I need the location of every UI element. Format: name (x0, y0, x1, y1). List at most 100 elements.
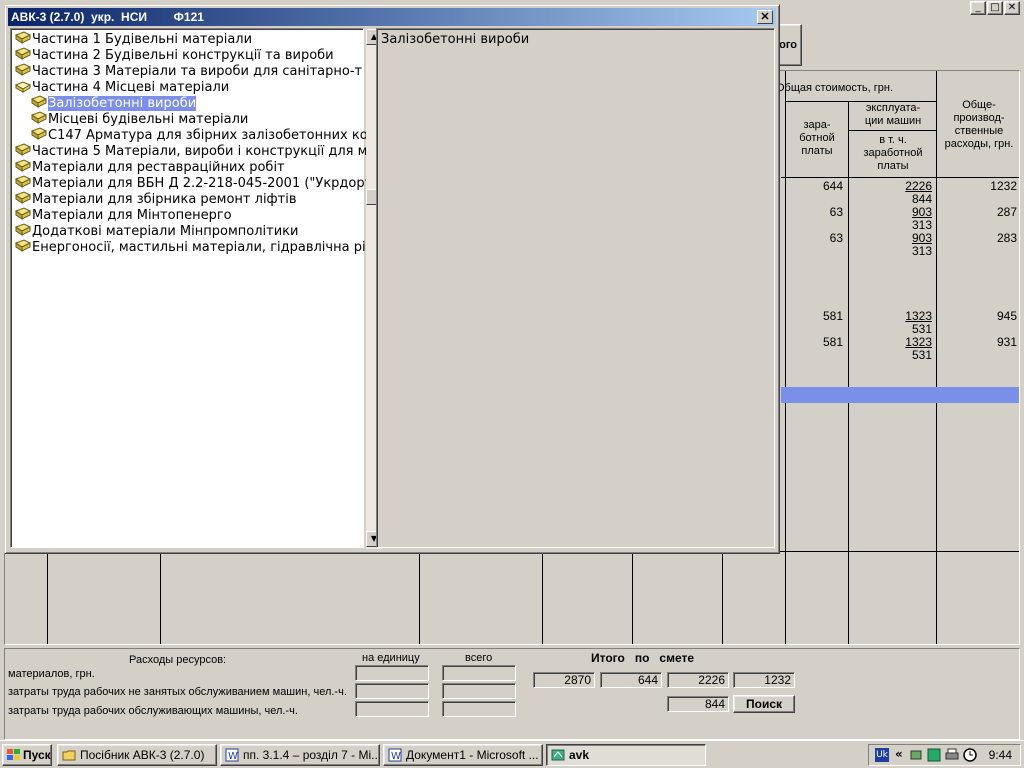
row3-machines-wages: 313 (911, 244, 932, 258)
labor-not-machines-total-field[interactable] (442, 683, 516, 699)
language-indicator[interactable]: Uk (875, 748, 889, 762)
book-icon (15, 31, 31, 44)
tree-item-label: Частина 1 Будівельні матеріали (32, 32, 253, 47)
app-close-button[interactable]: ✕ (1004, 1, 1020, 15)
total-overhead-field[interactable]: 1232 (733, 672, 795, 688)
tree-item-label: Матеріали для ВБН Д 2.2-218-045-2001 ("У… (32, 176, 381, 191)
start-button[interactable]: Пуск (2, 744, 52, 766)
word-icon: W (225, 748, 239, 762)
labor-machines-per-unit-field[interactable] (355, 701, 429, 717)
row3-overhead: 283 (996, 231, 1017, 245)
tree-item[interactable]: Частина 4 Місцеві матеріали (15, 79, 229, 95)
total-materials-field[interactable]: 2870 (533, 672, 595, 688)
row3-machines: 903 (911, 231, 932, 245)
dialog-titlebar[interactable]: АВК-3 (2.7.0) укр. НСИ Ф121 ✕ (8, 8, 776, 26)
tree-item[interactable]: Додаткові матеріали Мінпромполітики (15, 223, 298, 239)
total-machine-wages-field[interactable]: 844 (667, 696, 729, 712)
tree-item-label: Матеріали для реставраційних робіт (32, 160, 285, 175)
printer-icon[interactable] (945, 748, 959, 762)
resources-title: Расходы ресурсов: (129, 654, 227, 666)
book-icon (15, 143, 31, 156)
tree-item-label: Частина 4 Місцеві матеріали (32, 80, 230, 95)
tree-item[interactable]: Частина 3 Матеріали та вироби для саніта… (15, 63, 362, 79)
task-avk[interactable]: avk (546, 744, 706, 766)
task-word-doc-1[interactable]: W пп. 3.1.4 – розділ 7 - Mi... (220, 744, 380, 766)
task-word-doc-2[interactable]: W Документ1 - Microsoft ... (383, 744, 543, 766)
header-total-cost: Общая стоимость, грн. (776, 82, 894, 94)
labor-not-machines-per-unit-field[interactable] (355, 683, 429, 699)
per-unit-label: на единицу (362, 652, 420, 664)
header-wages: зара-ботной платы (799, 119, 835, 157)
tree-item[interactable]: Матеріали для реставраційних робіт (15, 159, 285, 175)
table-row-selected[interactable] (781, 387, 1019, 403)
tree-item[interactable]: Матеріали для Мінтопенерго (15, 207, 232, 223)
svg-text:W: W (391, 751, 401, 762)
word-icon: W (388, 748, 402, 762)
tree-item[interactable]: Місцеві будівельні матеріали (31, 111, 248, 127)
tree-item[interactable]: Частина 2 Будівельні конструкції та виро… (15, 47, 334, 63)
tree-item[interactable]: Енергоносії, мастильні матеріали, гідрав… (15, 239, 375, 255)
total-machines-field[interactable]: 2226 (667, 672, 729, 688)
svg-text:W: W (228, 751, 238, 762)
resource-dialog: АВК-3 (2.7.0) укр. НСИ Ф121 ✕ Частина 1 … (4, 4, 780, 554)
catalog-tree[interactable]: Частина 1 Будівельні матеріали Частина 2 … (10, 28, 382, 549)
antivirus-icon[interactable] (927, 748, 941, 762)
windows-logo-icon (7, 749, 20, 760)
tree-item-label: Енергоносії, мастильні матеріали, гідрав… (32, 240, 375, 255)
dialog-close-button[interactable]: ✕ (757, 10, 773, 24)
dialog-title: АВК-3 (2.7.0) укр. НСИ Ф121 (11, 10, 204, 24)
tree-item[interactable]: Залізобетонні вироби (31, 95, 197, 111)
row1-wages: 644 (822, 179, 843, 193)
row1-overhead: 1232 (990, 179, 1017, 193)
app-icon (551, 749, 565, 761)
header-overhead: Обще-производ-ственные расходы, грн. (944, 99, 1014, 150)
book-icon (15, 223, 31, 236)
taskbar-clock[interactable]: 9:44 (989, 748, 1012, 762)
total-label: всего (465, 652, 493, 664)
tree-item-label: Додаткові матеріали Мінпромполітики (32, 224, 299, 239)
book-icon (15, 191, 31, 204)
folder-icon (62, 750, 76, 761)
row2-machines: 903 (911, 205, 932, 219)
materials-per-unit-field[interactable] (355, 665, 429, 681)
row4-wages: 581 (822, 309, 843, 323)
tree-item-label: Частина 2 Будівельні конструкції та виро… (32, 48, 334, 63)
tree-item[interactable]: С147 Арматура для збірних залізобетонних… (31, 127, 368, 143)
book-icon (31, 95, 47, 108)
network-icon[interactable] (909, 748, 923, 762)
row5-machines-wages: 531 (911, 348, 932, 362)
tree-item[interactable]: Частина 5 Матеріали, вироби і конструкці… (15, 143, 375, 159)
row4-overhead: 945 (996, 309, 1017, 323)
row5-overhead: 931 (996, 335, 1017, 349)
app-maximize-button[interactable]: □ (987, 1, 1003, 15)
task-posibnyk[interactable]: Посібник АВК-3 (2.7.0) (57, 744, 217, 766)
row2-wages: 63 (829, 205, 843, 219)
tree-item-label: Місцеві будівельні матеріали (48, 112, 249, 127)
row4-machines-wages: 531 (911, 322, 932, 336)
book-icon (15, 239, 31, 252)
detail-title: Залізобетонні вироби (381, 32, 530, 47)
materials-total-field[interactable] (442, 665, 516, 681)
header-incl-wages: в т. ч. заработной платы (863, 134, 923, 172)
clock-icon[interactable] (963, 748, 977, 762)
book-icon (15, 207, 31, 220)
app-minimize-button[interactable]: _ (970, 1, 986, 15)
itogo-label: Итого по смете (591, 651, 695, 665)
book-icon (15, 63, 31, 76)
tree-item[interactable]: Матеріали для збірника ремонт ліфтів (15, 191, 297, 207)
tree-item-label: Частина 3 Матеріали та вироби для саніта… (32, 64, 363, 79)
header-machine-operation: эксплуата-ции машин (864, 102, 922, 127)
tree-item[interactable]: Частина 1 Будівельні матеріали (15, 31, 252, 47)
book-icon (31, 127, 47, 140)
tree-item-label: Залізобетонні вироби (48, 96, 197, 111)
tray-expand-chevron[interactable]: « (895, 747, 903, 761)
total-wages-field[interactable]: 644 (600, 672, 662, 688)
detail-panel: Залізобетонні вироби (376, 28, 775, 548)
row3-wages: 63 (829, 231, 843, 245)
tree-item[interactable]: Матеріали для ВБН Д 2.2-218-045-2001 ("У… (15, 175, 380, 191)
book-icon (15, 47, 31, 60)
taskbar: Пуск Посібник АВК-3 (2.7.0) W пп. 3.1.4 … (0, 740, 1024, 768)
search-button[interactable]: Поиск (733, 695, 795, 713)
tree-item-label: Матеріали для Мінтопенерго (32, 208, 232, 223)
labor-machines-total-field[interactable] (442, 701, 516, 717)
